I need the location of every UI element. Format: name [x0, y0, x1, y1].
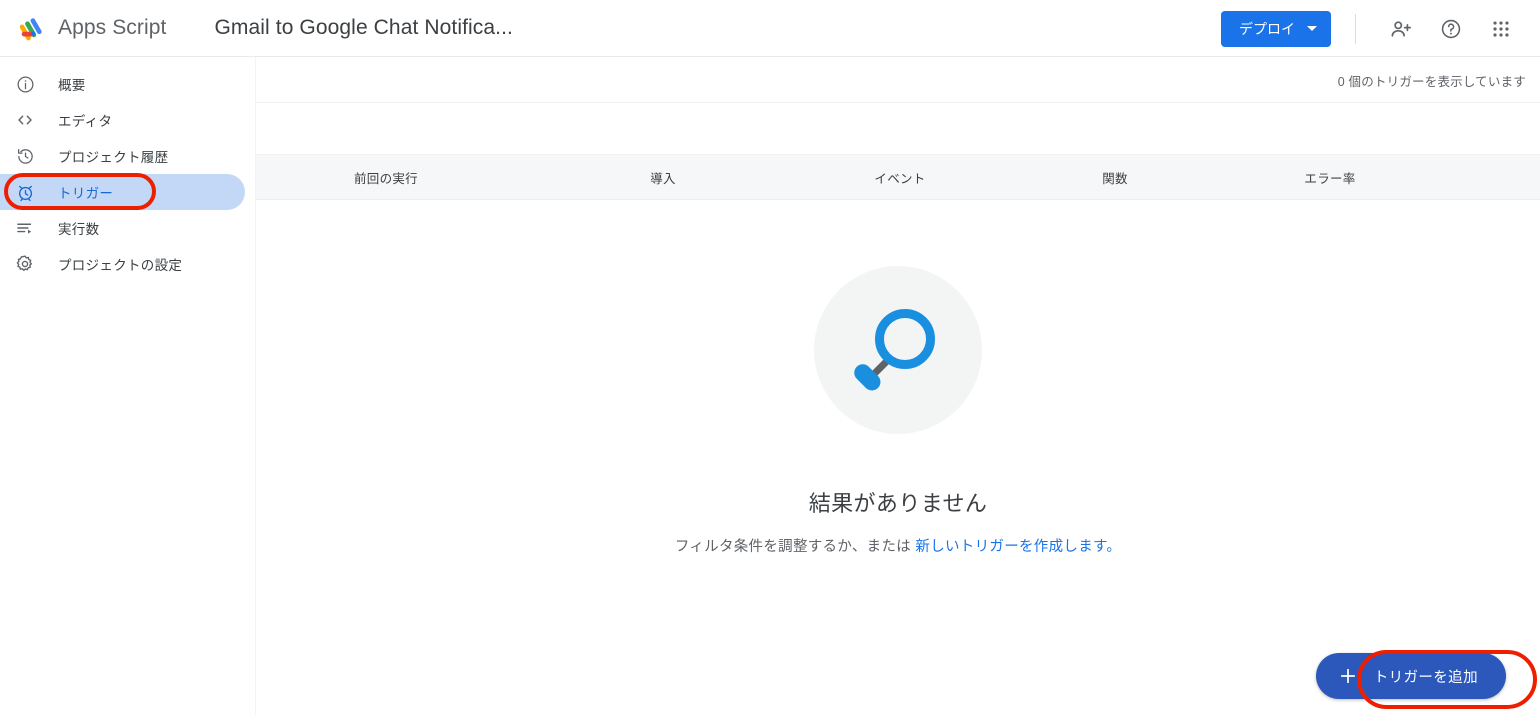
top-app-bar: Apps Script Gmail to Google Chat Notific… — [0, 0, 1540, 57]
sidebar-item-triggers[interactable]: トリガー — [0, 174, 245, 210]
sidebar-item-label: プロジェクト履歴 — [58, 150, 169, 165]
apps-grid-icon[interactable] — [1481, 9, 1521, 49]
sidebar-item-label: 概要 — [58, 78, 86, 93]
sidebar-item-editor[interactable]: エディタ — [0, 102, 245, 138]
help-circle-icon[interactable] — [1431, 9, 1471, 49]
sidebar-item-project-settings[interactable]: プロジェクトの設定 — [0, 246, 245, 282]
triggers-table-header: 前回の実行 導入 イベント 関数 エラー率 — [256, 155, 1540, 200]
trigger-count-label: 0 個のトリガーを表示しています — [1337, 75, 1526, 89]
info-circle-icon — [14, 73, 36, 95]
empty-state: 結果がありません フィルタ条件を調整するか、または 新しいトリガーを作成します。 — [256, 200, 1540, 556]
sidebar-item-project-history[interactable]: プロジェクト履歴 — [0, 138, 245, 174]
deploy-button-label: デプロイ — [1239, 20, 1295, 37]
executions-list-icon — [14, 217, 36, 239]
code-brackets-icon — [14, 109, 36, 131]
toolbar-divider — [1355, 13, 1356, 44]
gear-icon — [14, 253, 36, 275]
history-clock-icon — [14, 145, 36, 167]
magnifier-icon — [842, 292, 954, 409]
sidebar-item-label: トリガー — [58, 186, 114, 201]
column-header-function[interactable]: 関数 — [990, 168, 1240, 187]
triggers-main-panel: 0 個のトリガーを表示しています 前回の実行 導入 イベント 関数 エラー率 結… — [256, 57, 1540, 715]
add-trigger-button-label: トリガーを追加 — [1373, 669, 1478, 686]
sidebar-nav: 概要 エディタ プロジェクト履歴 トリガー 実行数 プロジェクトの設定 — [0, 57, 256, 715]
chevron-down-icon — [1307, 26, 1317, 31]
column-header-last-run[interactable]: 前回の実行 — [256, 168, 516, 187]
empty-state-title: 結果がありません — [808, 491, 988, 516]
sidebar-item-executions[interactable]: 実行数 — [0, 210, 245, 246]
brand[interactable]: Apps Script — [18, 13, 166, 43]
empty-state-subtitle: フィルタ条件を調整するか、または 新しいトリガーを作成します。 — [675, 535, 1121, 556]
apps-script-window: Apps Script Gmail to Google Chat Notific… — [0, 0, 1540, 715]
empty-state-subtitle-prefix: フィルタ条件を調整するか、または — [674, 539, 916, 555]
brand-name: Apps Script — [58, 16, 167, 39]
plus-icon — [1340, 668, 1355, 684]
filter-bar: 0 個のトリガーを表示しています — [256, 57, 1540, 103]
sidebar-item-label: プロジェクトの設定 — [58, 258, 183, 273]
deploy-button[interactable]: デプロイ — [1221, 10, 1331, 47]
column-header-deployment[interactable]: 導入 — [516, 168, 810, 187]
person-add-icon[interactable] — [1381, 9, 1421, 49]
page-title[interactable]: Gmail to Google Chat Notifica... — [214, 16, 513, 40]
sidebar-item-label: エディタ — [58, 114, 113, 129]
create-new-trigger-link[interactable]: 新しいトリガーを作成します。 — [915, 539, 1121, 555]
apps-script-logo-icon — [18, 13, 48, 43]
column-header-error-rate[interactable]: エラー率 — [1240, 168, 1420, 187]
add-trigger-button[interactable]: トリガーを追加 — [1315, 653, 1506, 699]
column-header-event[interactable]: イベント — [810, 168, 990, 187]
sidebar-item-overview[interactable]: 概要 — [0, 66, 245, 102]
empty-state-illustration — [814, 266, 982, 434]
sidebar-item-label: 実行数 — [58, 222, 100, 237]
alarm-clock-icon — [14, 181, 36, 203]
top-bar-actions: デプロイ — [1221, 0, 1526, 57]
table-toolbar — [256, 103, 1540, 155]
